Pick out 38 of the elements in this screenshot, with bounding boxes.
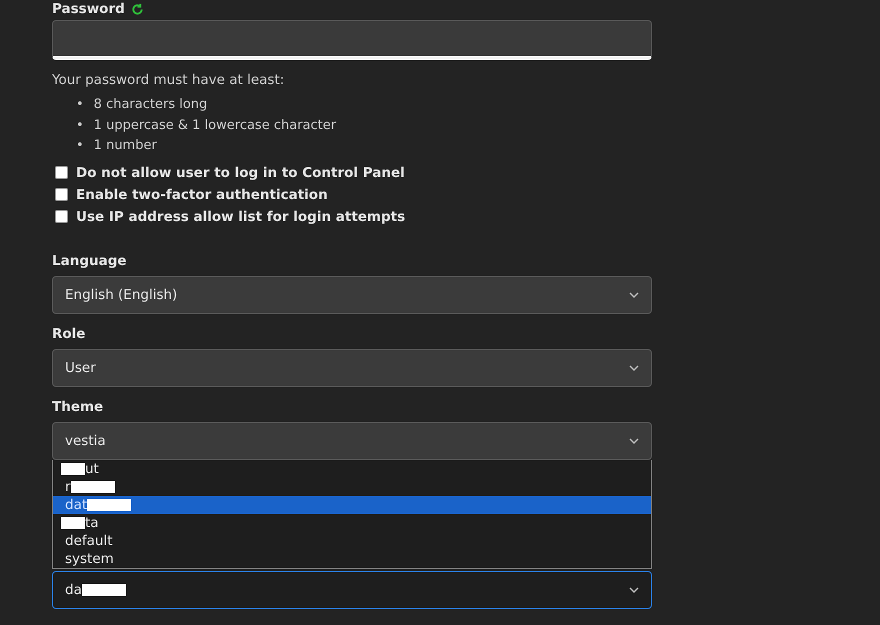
- password-rule: 8 characters long: [94, 96, 208, 114]
- bullet: •: [76, 137, 84, 155]
- field-label: Password: [52, 1, 125, 17]
- dropdown-option[interactable]: system: [53, 550, 651, 568]
- password-field[interactable]: [52, 20, 652, 60]
- redaction-mark: [87, 498, 132, 510]
- checkbox-label: Do not allow user to log in to Control Panel: [76, 164, 405, 180]
- field-label: Language: [52, 252, 128, 268]
- chevron-down-icon: [629, 438, 639, 444]
- redaction-mark: [70, 480, 115, 492]
- password-rule: 1 uppercase & 1 lowercase character: [94, 116, 336, 134]
- redaction-mark: [61, 516, 85, 528]
- select-field[interactable]: English (English): [52, 276, 652, 314]
- field-label: Theme: [52, 398, 104, 414]
- refresh-icon[interactable]: [130, 2, 144, 16]
- password-rule: 1 number: [94, 137, 157, 155]
- chevron-down-icon: [629, 292, 639, 298]
- dropdown-option[interactable]: ut: [53, 460, 651, 478]
- checkbox[interactable]: [55, 188, 68, 201]
- dropdown-option[interactable]: ta: [53, 514, 651, 532]
- field-label: Role: [52, 326, 86, 342]
- checkbox[interactable]: [55, 210, 68, 223]
- redaction-mark: [82, 584, 126, 596]
- dropdown-option[interactable]: r: [53, 478, 651, 496]
- select-field[interactable]: User: [52, 348, 652, 386]
- bullet: •: [76, 116, 84, 134]
- select-field[interactable]: da: [52, 570, 652, 608]
- checkbox-label: Enable two-factor authentication: [76, 186, 328, 202]
- checkbox-label: Use IP address allow list for login attempts: [76, 208, 406, 224]
- dropdown-option[interactable]: default: [53, 532, 651, 550]
- chevron-down-icon: [629, 364, 639, 370]
- dropdown-option[interactable]: dat: [53, 496, 651, 514]
- chevron-down-icon: [629, 586, 639, 592]
- password-hint: Your password must have at least:: [52, 72, 286, 88]
- redaction-mark: [61, 462, 85, 474]
- bullet: •: [76, 96, 84, 114]
- checkbox[interactable]: [55, 166, 68, 179]
- select-field[interactable]: vestia: [52, 422, 652, 460]
